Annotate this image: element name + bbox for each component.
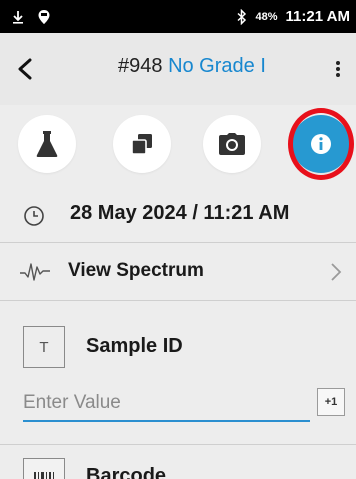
camera-button[interactable] xyxy=(203,115,261,173)
chevron-right-icon xyxy=(331,263,342,281)
sample-number: #948 xyxy=(118,55,163,77)
page-title: #948 No Grade I xyxy=(118,55,266,78)
text-type-icon: T xyxy=(23,326,65,368)
barcode-field: Barcode xyxy=(0,446,356,479)
divider xyxy=(0,242,356,243)
back-arrow-icon xyxy=(18,58,32,80)
more-options-button[interactable] xyxy=(326,55,350,83)
status-time: 11:21 AM xyxy=(285,8,350,25)
more-vertical-icon xyxy=(336,61,340,77)
app-header: #948 No Grade I xyxy=(0,33,356,105)
back-button[interactable] xyxy=(12,56,38,82)
clock-icon xyxy=(24,206,44,226)
grade-label[interactable]: No Grade I xyxy=(168,55,266,77)
flask-button[interactable] xyxy=(18,115,76,173)
sample-id-label: Sample ID xyxy=(86,335,183,357)
flask-icon xyxy=(36,131,58,157)
copy-button[interactable] xyxy=(113,115,171,173)
download-icon xyxy=(13,10,23,24)
barcode-label: Barcode xyxy=(86,465,167,479)
copy-icon xyxy=(131,134,152,155)
action-bar xyxy=(0,105,356,187)
divider xyxy=(0,444,356,445)
view-spectrum-row[interactable]: View Spectrum xyxy=(0,244,356,300)
camera-icon xyxy=(219,133,245,155)
status-bar-left xyxy=(0,9,50,24)
location-pin-icon xyxy=(38,9,50,24)
barcode-icon xyxy=(23,458,65,479)
status-bar-right: 48% 11:21 AM xyxy=(237,8,356,25)
datetime-row: 28 May 2024 / 11:21 AM xyxy=(0,187,356,242)
view-spectrum-label: View Spectrum xyxy=(68,260,204,281)
status-bar: 48% 11:21 AM xyxy=(0,0,356,33)
sample-datetime: 28 May 2024 / 11:21 AM xyxy=(70,202,290,224)
bluetooth-icon xyxy=(237,8,247,25)
increment-button[interactable]: +1 xyxy=(317,388,345,416)
battery-percentage: 48% xyxy=(255,10,278,23)
spectrum-icon xyxy=(20,263,50,281)
sample-id-input[interactable] xyxy=(23,386,310,422)
divider xyxy=(0,300,356,301)
info-button-highlight xyxy=(288,108,354,180)
sample-id-field: T Sample ID +1 xyxy=(0,302,356,444)
